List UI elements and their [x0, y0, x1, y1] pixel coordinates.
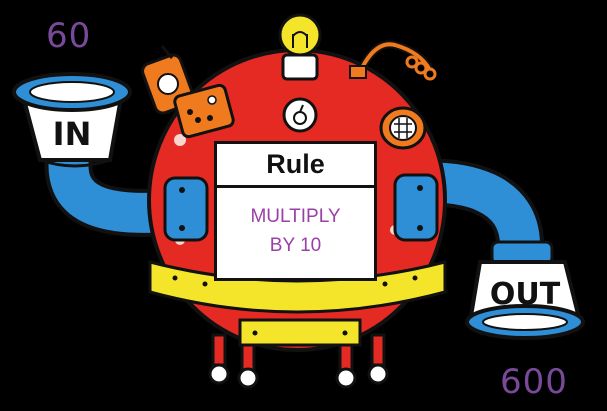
light-bulb-icon [278, 13, 322, 81]
rule-text: MULTIPLY BY 10 [217, 202, 374, 260]
rule-card: Rule MULTIPLY BY 10 [214, 141, 377, 281]
right-connector [393, 173, 439, 242]
out-label: OUT [490, 277, 561, 312]
rule-title: Rule [217, 144, 374, 188]
rule-line-1: MULTIPLY [250, 206, 341, 227]
porthole-icon [379, 106, 427, 150]
output-value: 600 [500, 362, 568, 402]
in-funnel: IN [12, 72, 132, 168]
dial-icon [282, 97, 318, 133]
coil-pipe-icon [349, 40, 437, 81]
out-funnel: OUT [465, 240, 585, 340]
left-connector [163, 176, 209, 242]
input-value: 60 [46, 16, 92, 56]
in-label: IN [53, 115, 92, 153]
rule-line-2: BY 10 [269, 235, 322, 256]
